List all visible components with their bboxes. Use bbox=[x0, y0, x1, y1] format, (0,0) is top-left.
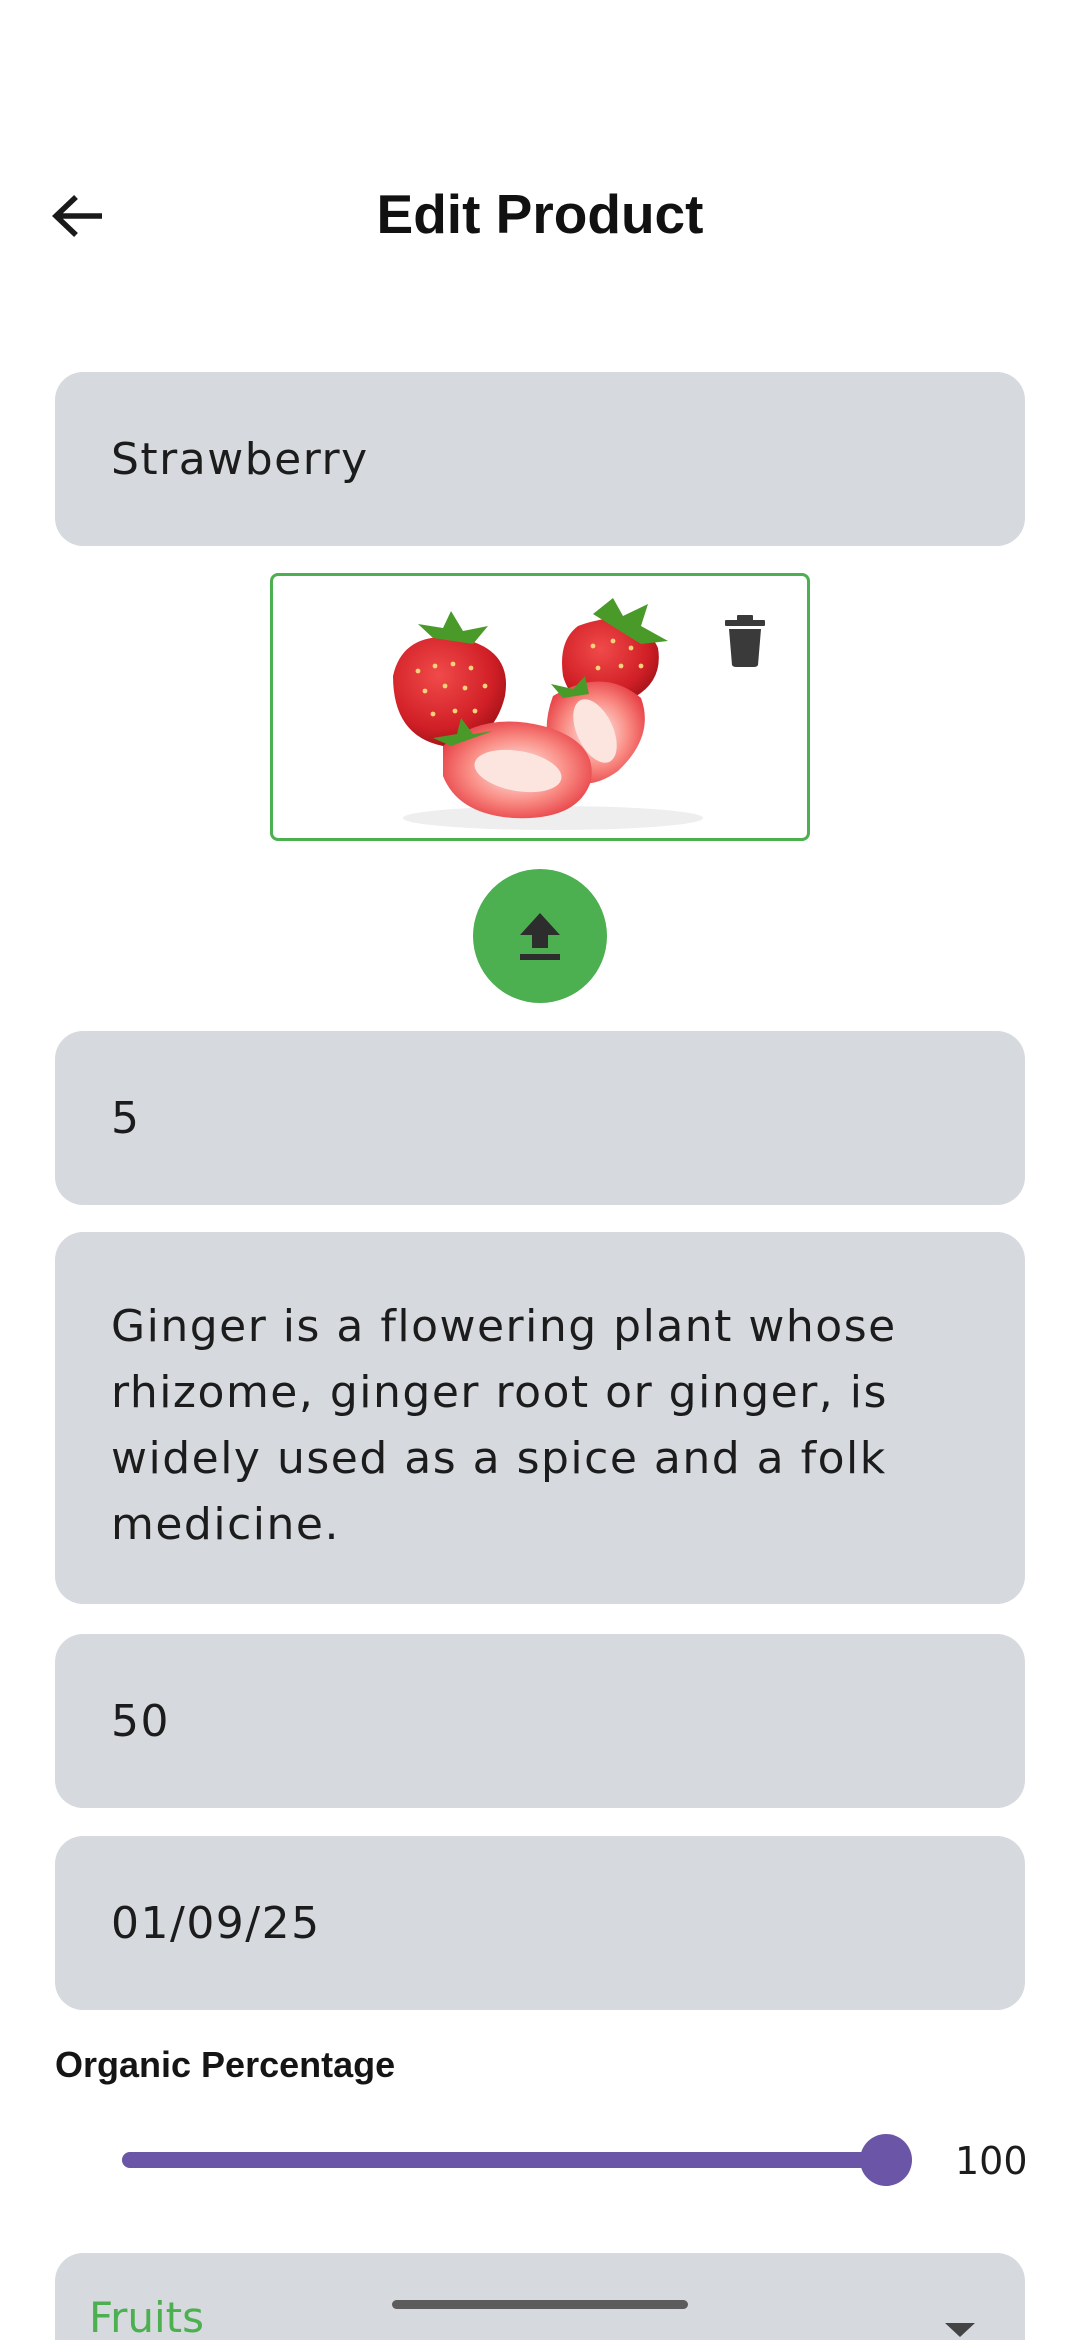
date-field[interactable]: 01/09/25 bbox=[55, 1836, 1025, 2010]
product-name-field[interactable]: Strawberry bbox=[55, 372, 1025, 546]
organic-percentage-value: 100 bbox=[955, 2139, 1028, 2183]
slider-thumb[interactable] bbox=[860, 2134, 912, 2186]
delete-image-button[interactable] bbox=[721, 612, 769, 668]
category-dropdown[interactable]: Fruits bbox=[55, 2253, 1025, 2340]
organic-percentage-label: Organic Percentage bbox=[55, 2044, 396, 2085]
price-field[interactable]: 50 bbox=[55, 1634, 1025, 1808]
category-selected-value: Fruits bbox=[89, 2293, 205, 2340]
description-field[interactable]: Ginger is a flowering plant whose rhizom… bbox=[55, 1232, 1025, 1604]
edit-product-screen: Edit Product Strawberry 5 Ginger is a fl… bbox=[0, 0, 1080, 2340]
organic-percentage-slider[interactable] bbox=[122, 2134, 912, 2186]
upload-icon bbox=[520, 913, 560, 960]
app-bar: Edit Product bbox=[0, 140, 1080, 290]
upload-image-button[interactable] bbox=[473, 869, 607, 1003]
caret-down-icon bbox=[945, 2323, 975, 2337]
slider-active-track bbox=[122, 2152, 886, 2168]
page-title: Edit Product bbox=[376, 183, 704, 245]
quantity-field[interactable]: 5 bbox=[55, 1031, 1025, 1205]
gesture-nav-handle[interactable] bbox=[392, 2300, 688, 2309]
strawberry-image bbox=[393, 598, 703, 830]
image-preview bbox=[270, 573, 810, 841]
trash-icon bbox=[725, 615, 765, 667]
